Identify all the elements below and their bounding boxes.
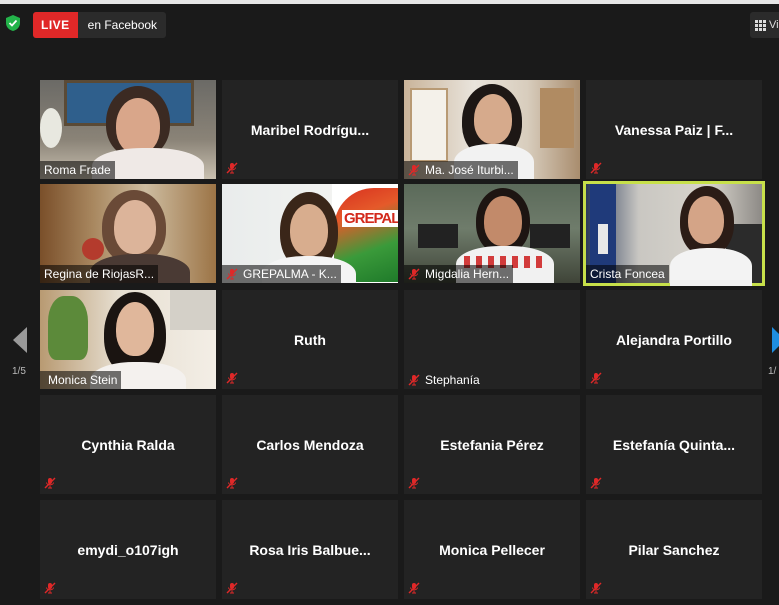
participant-tile[interactable]: Stephanía [404,290,580,389]
muted-mic-icon [590,162,602,174]
participant-name-tag: Stephanía [404,371,484,389]
stream-target-label: en Facebook [87,18,158,32]
view-toggle-button[interactable]: Vi [750,12,779,38]
participant-name: emydi_o107igh [77,541,179,558]
participant-tile[interactable]: Ruth [222,290,398,389]
view-label: Vi [769,19,779,31]
muted-mic-icon [44,582,56,594]
live-label: LIVE [33,12,78,38]
participant-name: Monica Stein [48,373,118,387]
participant-name: Crista Foncea [590,267,665,281]
participant-name: Alejandra Portillo [616,331,732,348]
participant-tile[interactable]: Alejandra Portillo [586,290,762,389]
participant-name: Monica Pellecer [439,541,545,558]
participant-name: Stephanía [425,373,480,387]
participant-name-tag: Regina de RiojasR... [40,265,159,283]
participant-name-tag: Roma Frade [40,161,115,179]
muted-mic-icon [226,268,238,280]
muted-mic-icon [408,477,420,489]
participant-name: Regina de RiojasR... [44,267,155,281]
window-top-edge [0,0,779,4]
muted-mic-icon [590,582,602,594]
active-speaker-tile[interactable]: Crista Foncea [583,181,765,286]
participant-tile[interactable]: Roma Frade [40,80,216,179]
participant-name: Cynthia Ralda [81,436,175,453]
page-indicator-right: 1/ [768,366,777,377]
participant-tile[interactable]: GREPALMA GREPALMA - K... [222,184,398,283]
participant-name: Pilar Sanchez [628,541,720,558]
muted-mic-icon [408,374,420,386]
participant-name-tag: GREPALMA - K... [222,265,341,283]
participant-tile[interactable]: Migdalia Hern... [404,184,580,283]
muted-mic-icon [408,268,420,280]
participant-tile[interactable]: Rosa Iris Balbue... [222,500,398,599]
muted-mic-icon [408,164,420,176]
grid-view-icon [755,19,766,31]
muted-mic-icon [226,372,238,384]
participant-name: Maribel Rodrígu... [250,121,370,138]
participant-tile[interactable]: Estefania Pérez [404,395,580,494]
page-indicator-left: 1/5 [12,366,26,377]
participant-tile[interactable]: Maribel Rodrígu... [222,80,398,179]
muted-mic-icon [226,162,238,174]
participant-tile[interactable]: emydi_o107igh [40,500,216,599]
participant-name: Rosa Iris Balbue... [249,541,371,558]
next-page-arrow-icon[interactable] [770,325,779,355]
muted-mic-icon [226,477,238,489]
participant-tile[interactable]: Monica Pellecer [404,500,580,599]
participant-name: Estefanía Quinta... [612,436,736,453]
shield-icon[interactable] [6,15,20,31]
muted-mic-icon [226,582,238,594]
participant-name-tag: Crista Foncea [586,265,669,283]
muted-mic-icon [44,477,56,489]
participant-tile[interactable]: Carlos Mendoza [222,395,398,494]
live-stream-badge[interactable]: LIVE en Facebook [33,12,167,38]
muted-mic-icon [590,477,602,489]
muted-mic-icon [590,372,602,384]
muted-mic-icon [408,582,420,594]
participant-name: Ma. José Iturbi... [425,163,514,177]
participant-tile[interactable]: Pilar Sanchez [586,500,762,599]
participant-tile[interactable]: Estefanía Quinta... [586,395,762,494]
participant-name-tag: Ma. José Iturbi... [404,161,518,179]
previous-page-arrow-icon[interactable] [10,325,30,355]
participant-name: Vanessa Paiz | F... [614,121,734,138]
participant-tile[interactable]: Monica Stein [40,290,216,389]
participant-name: Roma Frade [44,163,111,177]
participant-name: Ruth [294,331,326,348]
participant-name: Migdalia Hern... [425,267,510,281]
participant-tile[interactable]: Ma. José Iturbi... [404,80,580,179]
participant-name: Carlos Mendoza [256,436,364,453]
participant-tile[interactable]: Cynthia Ralda [40,395,216,494]
grepalma-logo-text: GREPALMA [342,210,398,227]
participant-name: Estefania Pérez [440,436,544,453]
participant-name-tag: Monica Stein [40,371,122,389]
participant-tile[interactable]: Vanessa Paiz | F... [586,80,762,179]
participant-name-tag: Migdalia Hern... [404,265,514,283]
participant-name: GREPALMA - K... [243,267,337,281]
participant-tile[interactable]: Regina de RiojasR... [40,184,216,283]
